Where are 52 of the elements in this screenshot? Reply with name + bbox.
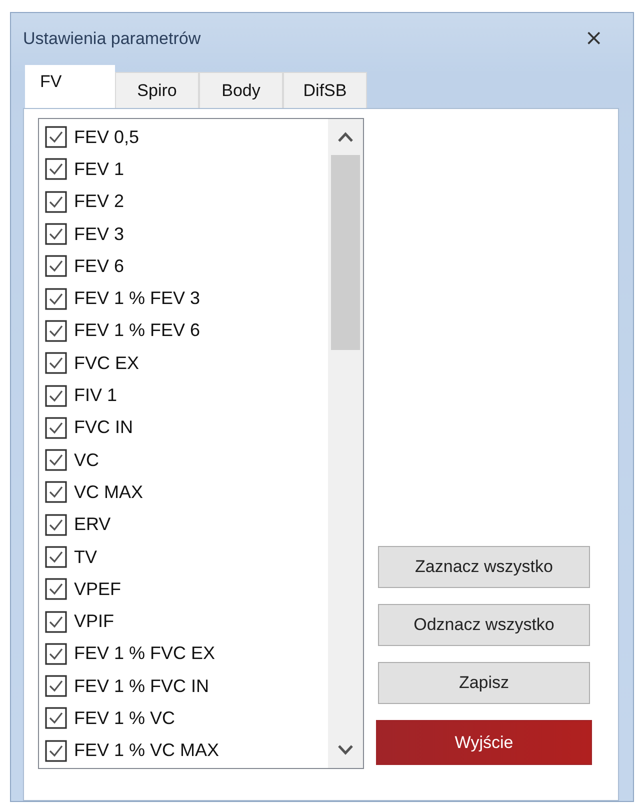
checkbox[interactable] <box>45 675 67 698</box>
item-label: FVC IN <box>74 417 134 438</box>
checkbox[interactable] <box>45 481 67 504</box>
action-button[interactable]: Zapisz <box>378 662 590 704</box>
item-label: FEV 1 % FEV 3 <box>74 288 200 310</box>
close-button[interactable]: ⨯ <box>584 28 603 50</box>
tab[interactable]: Spiro <box>115 72 199 108</box>
item-label: FEV 6 <box>74 256 124 277</box>
scrollbar[interactable] <box>328 119 363 768</box>
checkbox[interactable] <box>45 449 67 472</box>
window-title: Ustawienia parametrów <box>23 29 201 49</box>
item-label: FEV 1 % FVC EX <box>74 643 216 664</box>
tab[interactable]: DifSB <box>283 72 367 108</box>
checkbox[interactable] <box>45 416 67 439</box>
checkbox[interactable] <box>45 514 67 536</box>
item-label: FIV 1 <box>74 385 118 406</box>
checkbox[interactable] <box>45 740 67 762</box>
checkbox[interactable] <box>45 255 67 278</box>
checkbox[interactable] <box>45 320 67 342</box>
item-label: FVC EX <box>74 352 140 374</box>
checkbox[interactable] <box>45 610 67 633</box>
checkbox[interactable] <box>45 126 67 148</box>
tab[interactable]: Body <box>199 72 283 108</box>
checkbox[interactable] <box>45 546 67 568</box>
checkbox[interactable] <box>45 288 67 310</box>
checkbox[interactable] <box>45 578 67 600</box>
action-button[interactable]: Zaznacz wszystko <box>378 546 590 588</box>
item-label: VC MAX <box>74 482 144 503</box>
checkbox[interactable] <box>45 190 67 213</box>
checkbox[interactable] <box>45 707 67 730</box>
item-label: FEV 1 % VC <box>74 708 176 729</box>
checkbox[interactable] <box>45 352 67 374</box>
item-label: VPIF <box>74 611 114 632</box>
checkbox[interactable] <box>45 158 67 180</box>
item-label: VC <box>74 450 100 471</box>
checkbox[interactable] <box>45 384 67 407</box>
checkbox[interactable] <box>45 642 67 665</box>
item-label: FEV 3 <box>74 224 124 245</box>
item-label: FEV 1 <box>74 158 124 180</box>
item-label: FEV 1 % VC MAX <box>74 740 220 762</box>
scroll-thumb[interactable] <box>331 155 360 350</box>
item-label: FEV 1 % FEV 6 <box>74 320 200 342</box>
item-label: FEV 2 <box>74 191 124 212</box>
item-label: TV <box>74 546 98 568</box>
item-label: ERV <box>74 514 111 536</box>
item-label: VPEF <box>74 578 122 600</box>
exit-button[interactable]: Wyjście <box>376 720 592 765</box>
checkbox[interactable] <box>45 223 67 246</box>
item-label: FEV 0,5 <box>74 126 140 148</box>
tab[interactable]: FV <box>25 65 115 108</box>
action-button[interactable]: Odznacz wszystko <box>378 604 590 646</box>
item-label: FEV 1 % FVC IN <box>74 676 210 697</box>
